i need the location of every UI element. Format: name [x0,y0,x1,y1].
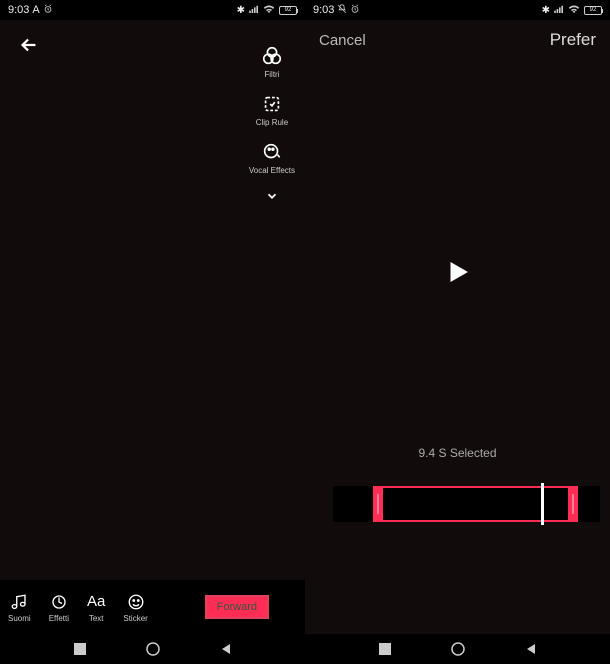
cancel-button[interactable]: Cancel [319,32,366,49]
selection-duration: 9.4 S Selected [305,446,610,460]
text-tool[interactable]: Aa Text [87,592,105,623]
prefer-button[interactable]: Prefer [550,30,596,50]
bluetooth-icon-right: ✱ [542,5,550,16]
status-am: A [32,4,39,16]
effetti-tool[interactable]: Effetti [49,592,69,623]
nav-bar-right [305,634,610,664]
wifi-icon-right [568,4,580,16]
sticker-icon [127,592,145,612]
suomi-tool[interactable]: Suomi [8,592,31,623]
editor-screen: 9:03 A ✱ 92 [0,0,305,664]
trim-handle-left[interactable] [373,486,383,522]
music-icon [10,592,28,612]
signal-icon [249,5,259,16]
effetti-label: Effetti [49,614,69,623]
status-bar-left: 9:03 A ✱ 92 [0,0,305,20]
timeline[interactable] [333,486,600,522]
status-bar-right: 9:03 ✱ 92 [305,0,610,20]
battery-icon: 92 [279,6,297,15]
suomi-label: Suomi [8,614,31,623]
text-label: Text [89,614,104,623]
back-button[interactable] [14,30,44,66]
nav-back-button-right[interactable] [525,643,537,655]
alarm-icon [43,4,53,17]
trim-screen: 9:03 ✱ 92 Cancel Pre [305,0,610,664]
alarm-icon-right [350,4,360,17]
playhead[interactable] [541,483,544,525]
nav-recent-button[interactable] [74,643,86,655]
timeline-selection [373,486,578,522]
forward-button[interactable]: Forward [205,595,269,619]
video-preview-left[interactable] [0,76,305,580]
status-time-right: 9:03 [313,4,334,16]
battery-icon-right: 92 [584,6,602,15]
trim-handle-right[interactable] [568,486,578,522]
nav-recent-button-right[interactable] [379,643,391,655]
signal-icon-right [554,5,564,16]
video-preview-right[interactable]: 9.4 S Selected [305,60,610,580]
nav-home-button-right[interactable] [451,642,465,656]
sticker-tool[interactable]: Sticker [123,592,147,623]
effects-icon [50,592,68,612]
status-time: 9:03 [8,4,29,16]
bluetooth-icon: ✱ [237,5,245,16]
text-icon: Aa [87,592,105,612]
dnd-icon [337,4,347,17]
filters-tool[interactable]: Filtri [261,45,283,79]
sticker-label: Sticker [123,614,147,623]
bottom-toolbar: Suomi Effetti Aa Text Sticker [0,580,305,634]
nav-back-button[interactable] [220,643,232,655]
bottom-spacer [305,580,610,634]
nav-bar-left [0,634,305,664]
nav-home-button[interactable] [146,642,160,656]
filters-icon [261,45,283,67]
play-button[interactable] [443,257,473,292]
wifi-icon [263,4,275,16]
